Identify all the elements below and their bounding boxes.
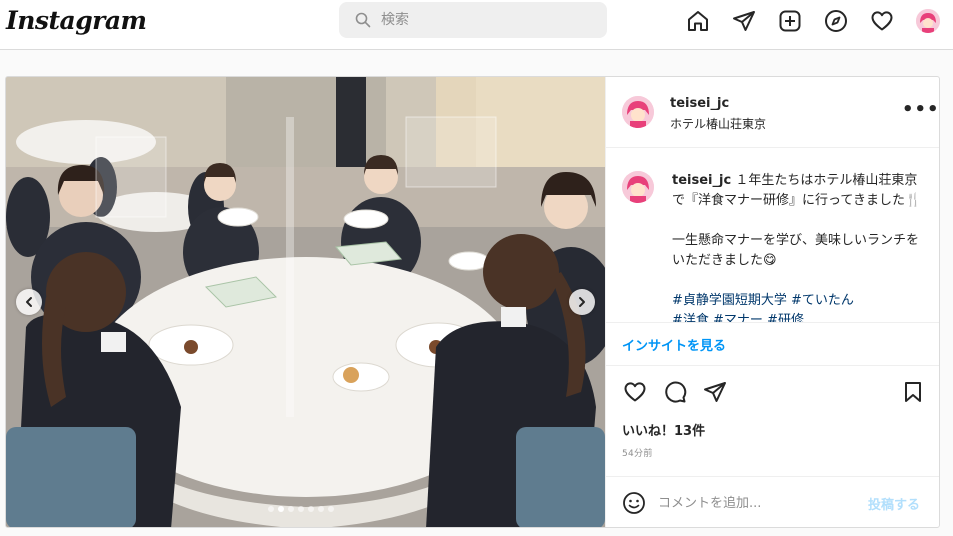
save-bookmark-icon[interactable] — [900, 379, 926, 405]
post-photo[interactable] — [6, 77, 605, 527]
carousel-next-button[interactable] — [569, 289, 595, 315]
top-navigation-bar: Instagram — [0, 0, 953, 50]
search-icon — [355, 12, 371, 28]
post-header: teisei_jc ホテル椿山荘東京 ••• — [606, 77, 939, 148]
caption-avatar[interactable] — [622, 171, 654, 203]
search-box[interactable] — [339, 2, 607, 38]
carousel-dot — [278, 506, 284, 512]
profile-avatar[interactable] — [916, 9, 940, 33]
new-post-icon[interactable] — [777, 8, 803, 34]
carousel-prev-button[interactable] — [16, 289, 42, 315]
more-options-icon[interactable]: ••• — [902, 99, 939, 120]
carousel-dot — [298, 506, 304, 512]
search-input[interactable] — [381, 9, 591, 31]
post-location[interactable]: ホテル椿山荘東京 — [670, 115, 766, 132]
carousel-dot — [308, 506, 314, 512]
post-comment-button[interactable]: 投稿する — [868, 494, 920, 513]
activity-heart-icon[interactable] — [869, 8, 895, 34]
carousel-dot — [288, 506, 294, 512]
post-sidebar: teisei_jc ホテル椿山荘東京 ••• teisei_jc １年生たちはホ… — [605, 77, 939, 527]
comment-box: 投稿する — [606, 476, 939, 527]
share-icon[interactable] — [702, 379, 728, 405]
home-icon[interactable] — [685, 8, 711, 34]
direct-icon[interactable] — [731, 8, 757, 34]
yum-emoji: 😋 — [763, 253, 777, 268]
carousel-dot — [268, 506, 274, 512]
insights-bar: インサイトを見る — [606, 322, 939, 366]
post-timestamp[interactable]: 54分前 — [622, 446, 653, 459]
explore-icon[interactable] — [823, 8, 849, 34]
carousel-dot — [328, 506, 334, 512]
post-caption: teisei_jc １年生たちはホテル椿山荘東京で『洋食マナー研修』に行ってきま… — [672, 171, 928, 322]
comment-input[interactable] — [658, 492, 858, 514]
author-username[interactable]: teisei_jc — [670, 96, 729, 111]
chevron-right-icon — [579, 297, 585, 307]
chevron-left-icon — [26, 297, 32, 307]
like-heart-icon[interactable] — [622, 379, 648, 405]
emoji-icon[interactable] — [622, 491, 646, 515]
caption-username[interactable]: teisei_jc — [672, 173, 731, 188]
caption-area: teisei_jc １年生たちはホテル椿山荘東京で『洋食マナー研修』に行ってきま… — [606, 149, 939, 322]
like-count[interactable]: いいね！13件 — [622, 420, 705, 439]
fork-knife-emoji: 🍴 — [904, 193, 922, 208]
instagram-logo[interactable]: Instagram — [6, 6, 147, 35]
caption-hashtags[interactable]: #貞静学園短期大学 #ていたん — [672, 291, 928, 311]
post-actions — [606, 377, 939, 409]
comment-icon[interactable] — [662, 379, 688, 405]
author-avatar[interactable] — [622, 96, 654, 128]
carousel-indicator — [268, 506, 334, 512]
view-insights-link[interactable]: インサイトを見る — [622, 335, 726, 354]
carousel-dot — [318, 506, 324, 512]
caption-line-2: 一生懸命マナーを学び、美味しいランチをいただきました — [672, 233, 920, 268]
caption-hashtags-cont[interactable]: #洋食 #マナー #研修 — [672, 311, 928, 322]
post-card: teisei_jc ホテル椿山荘東京 ••• teisei_jc １年生たちはホ… — [5, 76, 940, 528]
